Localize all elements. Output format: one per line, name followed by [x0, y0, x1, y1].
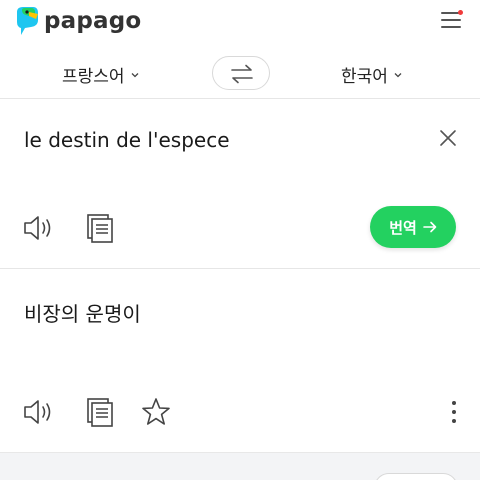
speaker-icon[interactable] [22, 396, 54, 428]
app-logo[interactable]: papago [14, 6, 141, 36]
language-selector: 프랑스어 한국어 [0, 52, 480, 96]
swap-languages-icon [231, 64, 253, 84]
arrow-right-icon [422, 221, 437, 233]
source-language-dropdown[interactable]: 프랑스어 [62, 62, 140, 87]
papago-logo-icon [17, 7, 38, 35]
target-language-dropdown[interactable]: 한국어 [341, 62, 403, 87]
app-name: papago [44, 8, 142, 34]
speaker-icon[interactable] [22, 212, 54, 244]
divider [0, 268, 480, 269]
copy-icon[interactable] [84, 212, 116, 244]
source-text-input[interactable]: le destin de l'espece [24, 128, 230, 152]
hamburger-menu-button[interactable] [438, 8, 466, 32]
menu-bar [441, 26, 461, 28]
star-icon[interactable] [140, 396, 172, 428]
source-language-label: 프랑스어 [62, 67, 125, 87]
translation-result-text: 비장의 운명이 [24, 302, 141, 326]
notification-dot [458, 10, 463, 15]
divider [0, 98, 480, 99]
more-options-button[interactable] [446, 398, 462, 426]
more-vertical-icon [452, 419, 456, 423]
app-header: papago [0, 0, 480, 44]
more-vertical-icon [452, 410, 456, 414]
copy-icon[interactable] [84, 396, 116, 428]
menu-bar [441, 19, 461, 21]
swap-languages-button[interactable] [212, 56, 270, 90]
more-vertical-icon [452, 401, 456, 405]
bottom-section [0, 452, 480, 480]
target-language-label: 한국어 [341, 67, 388, 87]
bottom-pill-button[interactable] [374, 473, 458, 480]
translate-button-label: 번역 [389, 218, 417, 237]
chevron-down-icon [394, 72, 402, 77]
close-icon[interactable] [436, 126, 460, 150]
chevron-down-icon [131, 72, 139, 77]
translate-button[interactable]: 번역 [370, 206, 456, 248]
